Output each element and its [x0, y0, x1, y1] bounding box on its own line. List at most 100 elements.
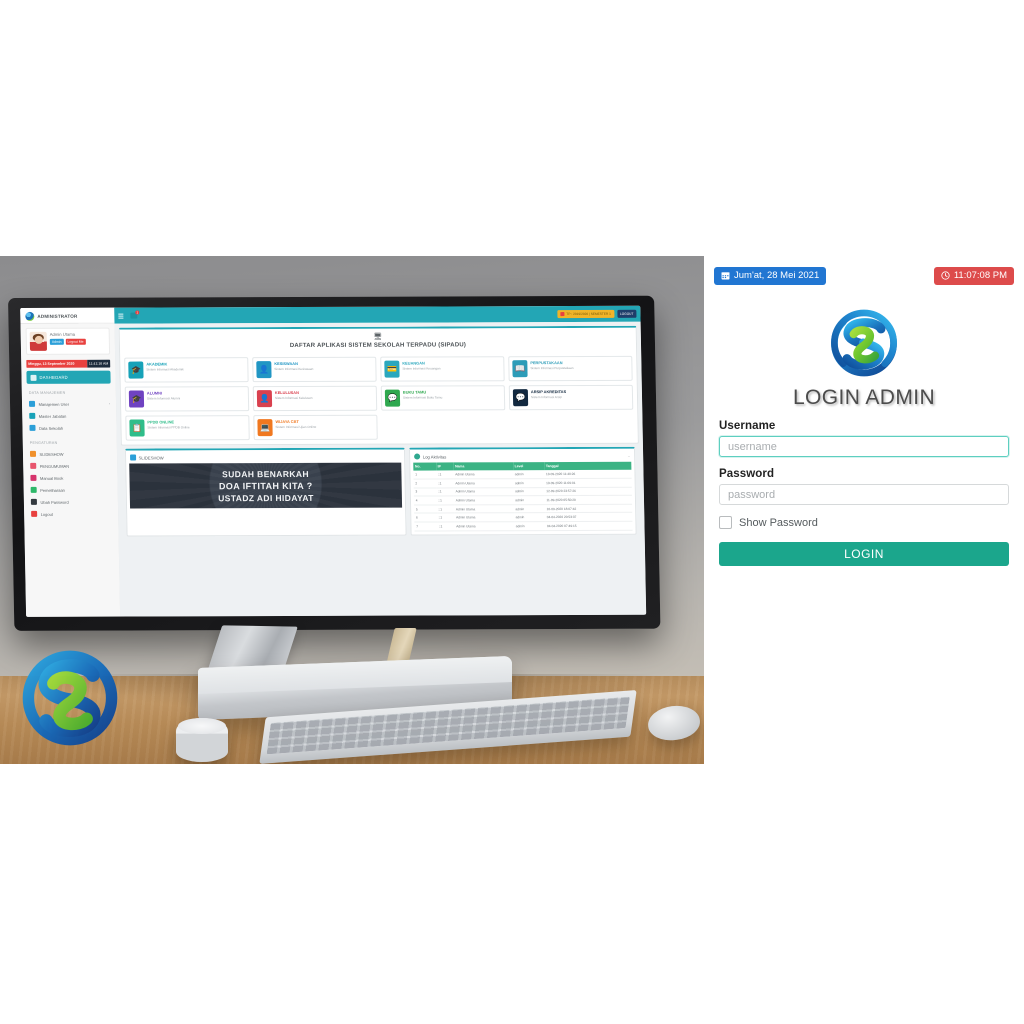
app-icon: 📋: [129, 419, 145, 437]
app-title: ALUMNI: [146, 390, 163, 396]
cell-no: 6: [414, 513, 438, 522]
sidebar-user-card: Admin Utama Admin Logout Me: [25, 327, 111, 355]
app-title: WIJAYA CBT: [275, 418, 299, 425]
app-desc: Sistem Informasi Kelulusan: [274, 395, 313, 400]
megaphone-icon: [30, 462, 37, 469]
login-button[interactable]: LOGIN: [719, 542, 1009, 566]
sidebar-section-title: DATA MANAJEMEN: [28, 390, 66, 395]
app-card[interactable]: 👤 KELULUSAN Sistem Informasi Kelulusan: [252, 385, 378, 412]
cell-level: admin: [514, 512, 546, 522]
cell-tanggal: 12-09-2020 23:57:26: [544, 486, 632, 496]
show-password-row[interactable]: Show Password: [719, 516, 1009, 529]
cell-tanggal: 11-09-2020 05:50:20: [544, 495, 633, 505]
cell-tanggal: 13-09-2020 11:40:26: [544, 470, 632, 479]
collapse-icon[interactable]: −: [628, 453, 631, 458]
hamburger-icon[interactable]: [118, 313, 124, 318]
dashboard-bottom-row: SLIDESHOW SUDAH BENARKAH DOA IFTITAH KIT…: [121, 446, 641, 540]
sidebar-item-pengumuman[interactable]: PENGUMUMAN: [23, 460, 117, 472]
bank-icon: [29, 424, 36, 431]
sidebar-item-slideshow[interactable]: SLIDESHOW: [23, 448, 117, 460]
slide-line-3: USTADZ ADI HIDAYAT: [218, 492, 314, 503]
watermark-logo-icon: [22, 650, 118, 746]
app-icon: 🎓: [128, 361, 144, 379]
app-card[interactable]: 💳 KEUANGAN Sistem Informasi Keuangan: [380, 356, 505, 382]
password-field-group: Password: [719, 468, 1009, 505]
col-level: Level: [513, 462, 545, 471]
sidebar-item-manajemen-user[interactable]: Manajemen User ‹: [22, 398, 116, 410]
product-photo: ADMINISTRATOR Admin Utama Admin Logout M…: [0, 256, 704, 764]
cell-nama: Admin Utama: [454, 504, 515, 514]
sidebar-item-pemeliharaan[interactable]: Pemeliharaan: [24, 484, 118, 496]
sidebar-item-label: SLIDESHOW: [39, 451, 64, 457]
cell-no: 7: [414, 521, 438, 531]
dashboard-brand: ADMINISTRATOR: [20, 307, 115, 324]
logo-container: [704, 306, 1024, 380]
topbar-right: TP : 2019/2020 | SEMESTER 1 LOGOUT: [557, 310, 637, 318]
app-card[interactable]: 🎓 ALUMNI Sistem Informasi Alumni: [124, 386, 250, 412]
sidebar-item-manual-book[interactable]: Manual Book: [23, 472, 117, 484]
app-icon: 💬: [384, 389, 401, 407]
app-card[interactable]: 👤 KESISWAAN Sistem Informasi Kesiswaan: [252, 356, 377, 383]
app-desc: Sistem Informasi Alumni: [146, 395, 181, 401]
cell-no: 5: [414, 504, 438, 514]
dashboard-topbar: TP : 2019/2020 | SEMESTER 1 LOGOUT: [114, 305, 641, 324]
slide-line-2: DOA IFTITAH KITA ?: [218, 480, 313, 491]
panel-title-label: SLIDESHOW: [138, 454, 164, 461]
app-card[interactable]: 🎓 AKADEMIK Sistem Informasi Akademik: [124, 357, 249, 383]
avatar: [29, 331, 48, 351]
panel-title-label: Log Aktivitas: [422, 453, 447, 460]
cell-no: 3: [413, 487, 437, 497]
app-title: PERPUSTAKAAN: [530, 360, 563, 366]
badges-row: Jum'at, 28 Mei 2021 11:07:08 PM: [704, 256, 1024, 290]
bell-icon[interactable]: [130, 312, 138, 319]
app-icon: 👤: [256, 390, 273, 408]
date-badge-label: Jum'at, 28 Mei 2021: [734, 270, 820, 281]
app-card[interactable]: 💬 BUKU TAMU Sistem Informasi Buku Tamu: [380, 385, 506, 411]
history-icon: [414, 453, 421, 460]
app-title: KEUANGAN: [402, 360, 425, 366]
cell-nama: Admin Utama: [453, 478, 514, 488]
page-title: LOGIN ADMIN: [792, 386, 936, 409]
app-card[interactable]: 📖 PERPUSTAKAAN Sistem Informasi Perpustak…: [508, 355, 633, 382]
app-desc: Sistem Informasi Keuangan: [402, 365, 441, 371]
password-input[interactable]: [719, 484, 1009, 505]
chevron-left-icon: ‹: [108, 401, 111, 406]
cell-level: admin: [513, 478, 545, 488]
table-row: 7::1 Admin Utama admin 04-04-2020 07:49:15: [414, 521, 633, 531]
app-card[interactable]: 💬 ARSIP AKREDITAS Sistem Informasi Arsip: [508, 384, 634, 411]
app-card[interactable]: 📋 PPDB ONLINE Sistem Informasi PPDB Onlin…: [125, 415, 250, 441]
sidebar-item-ubah-password[interactable]: Ubah Password: [24, 496, 118, 508]
sidebar-item-data-sekolah[interactable]: Data Sekolah: [22, 422, 116, 434]
cell-ip: ::1: [437, 513, 455, 522]
logout-badge[interactable]: Logout Me: [65, 338, 86, 345]
slideshow-image: SUDAH BENARKAH DOA IFTITAH KITA ? USTADZ…: [129, 462, 403, 509]
image-icon: [130, 454, 137, 461]
term-badge: TP : 2019/2020 | SEMESTER 1: [557, 310, 615, 318]
cell-level: admin: [514, 521, 546, 531]
dashboard-sidebar: ADMINISTRATOR Admin Utama Admin Logout M…: [20, 307, 122, 617]
sidebar-item-logout[interactable]: Logout: [24, 508, 118, 520]
dashboard-ui: ADMINISTRATOR Admin Utama Admin Logout M…: [20, 305, 647, 617]
cell-nama: Admin Utama: [454, 521, 515, 531]
signout-icon: [31, 510, 38, 517]
app-card[interactable]: 💻 WIJAYA CBT Sistem Informasi Ujian Onlin…: [253, 414, 378, 441]
apps-card: 🖥 DAFTAR APLIKASI SISTEM SEKOLAH TERPADU…: [118, 325, 639, 446]
sipadu-logo-icon: [831, 309, 897, 377]
sidebar-item-dashboard[interactable]: DASHBOARD: [26, 370, 111, 384]
cell-nama: Admin Utama: [454, 495, 514, 505]
speaker-puck: [176, 718, 228, 762]
username-input[interactable]: [719, 436, 1009, 457]
topbar-logout-button[interactable]: LOGOUT: [616, 310, 637, 318]
cell-no: 1: [413, 470, 437, 480]
cell-nama: Admin Utama: [453, 470, 514, 479]
user-tags: Admin Logout Me: [49, 338, 86, 345]
cell-tanggal: 13-09-2020 11:09:01: [544, 478, 632, 488]
sidebar-item-master-jabatan[interactable]: Master Jabatan: [22, 410, 116, 422]
show-password-checkbox[interactable]: [719, 516, 732, 529]
image-icon: [29, 450, 37, 457]
cell-no: 2: [413, 478, 437, 488]
sidebar-item-label: Manajemen User: [38, 401, 70, 407]
book-icon: [30, 474, 37, 481]
cell-ip: ::1: [436, 487, 455, 497]
dashboard-icon: [30, 374, 37, 381]
